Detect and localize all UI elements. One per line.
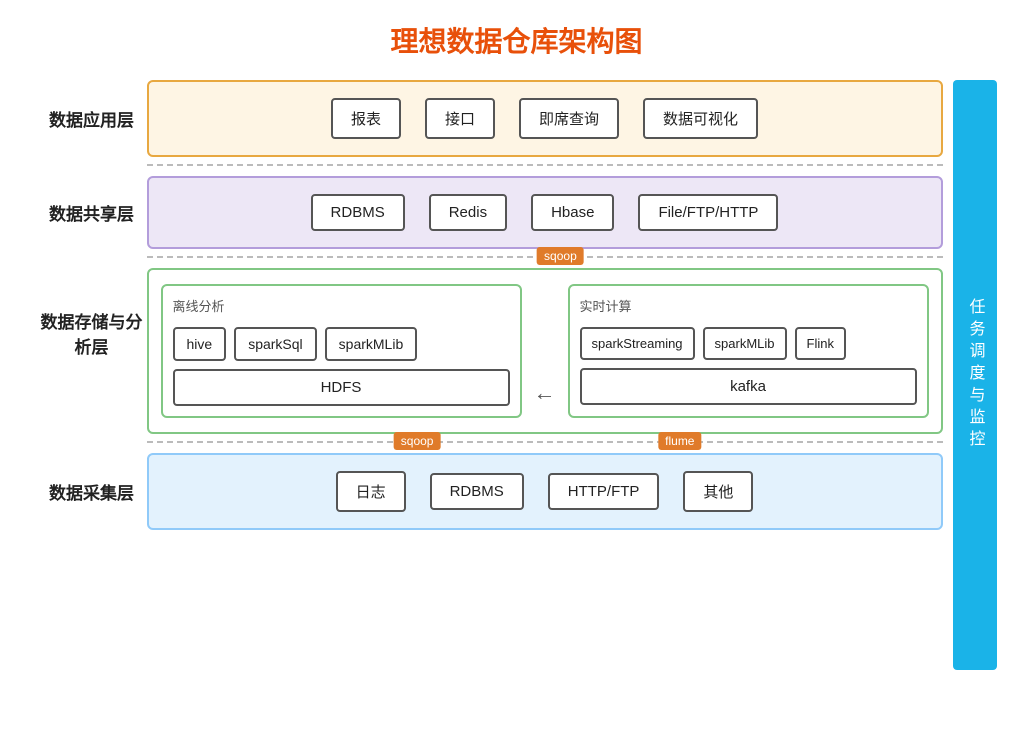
realtime-items-row: sparkStreaming sparkMLib Flink — [580, 327, 917, 360]
share-layer-row: 数据共享层 RDBMS Redis Hbase File/FTP/HTTP — [37, 176, 943, 249]
offline-items-row: hive sparkSql sparkMLib — [173, 327, 510, 361]
share-layer-label: 数据共享层 — [37, 200, 147, 225]
app-layer-row: 数据应用层 报表 接口 即席查询 数据可视化 — [37, 80, 943, 157]
item-httpftp: HTTP/FTP — [548, 473, 660, 510]
item-hive: hive — [173, 327, 227, 361]
right-bar-text: 任务调度与监控 — [963, 298, 987, 452]
item-sparksql: sparkSql — [234, 327, 316, 361]
page-title: 理想数据仓库架构图 — [390, 20, 642, 60]
item-log: 日志 — [336, 471, 406, 512]
sqoop2-label: sqoop — [394, 432, 441, 450]
hdfs-row: HDFS — [173, 369, 510, 406]
arrow-hdfs-kafka: ← — [534, 284, 556, 418]
item-shujukeshihua: 数据可视化 — [643, 98, 758, 139]
item-sparkmlib-realtime: sparkMLib — [703, 327, 787, 360]
item-rdbms-collect: RDBMS — [430, 473, 524, 510]
flume-label: flume — [658, 432, 701, 450]
offline-label: 离线分析 — [173, 296, 510, 315]
realtime-label: 实时计算 — [580, 296, 917, 315]
storage-layer-label: 数据存储与分析层 — [37, 268, 147, 358]
dashed-sep-sqoop1: sqoop — [37, 256, 943, 258]
offline-section: 离线分析 hive sparkSql sparkMLib HDFS — [161, 284, 522, 418]
layers-col: 数据应用层 报表 接口 即席查询 数据可视化 数据共享层 — [37, 80, 943, 670]
app-layer-content: 报表 接口 即席查询 数据可视化 — [147, 80, 943, 157]
storage-layer-box: 离线分析 hive sparkSql sparkMLib HDFS — [147, 268, 943, 434]
kafka-row: kafka — [580, 368, 917, 405]
item-other: 其他 — [683, 471, 753, 512]
hdfs-box: HDFS — [173, 369, 510, 406]
item-rdbms-share: RDBMS — [311, 194, 405, 231]
item-hbase: Hbase — [531, 194, 614, 231]
item-redis: Redis — [429, 194, 507, 231]
realtime-section: 实时计算 sparkStreaming sparkMLib Flink kafk… — [568, 284, 929, 418]
storage-layer-content: 离线分析 hive sparkSql sparkMLib HDFS — [147, 268, 943, 434]
item-sparkstreaming: sparkStreaming — [580, 327, 695, 360]
item-sparkmlib-offline: sparkMLib — [325, 327, 418, 361]
left-arrow-icon: ← — [534, 380, 556, 406]
share-layer-content: RDBMS Redis Hbase File/FTP/HTTP — [147, 176, 943, 249]
collect-layer-label: 数据采集层 — [37, 479, 147, 504]
collect-layer-content: 日志 RDBMS HTTP/FTP 其他 — [147, 453, 943, 530]
dashed-sep-1 — [37, 164, 943, 166]
app-layer-label: 数据应用层 — [37, 106, 147, 131]
dashed-sep-sqoop2-flume: sqoop flume — [37, 441, 943, 443]
item-fileftp: File/FTP/HTTP — [638, 194, 778, 231]
collect-layer-row: 数据采集层 日志 RDBMS HTTP/FTP 其他 — [37, 453, 943, 530]
storage-layer-row: 数据存储与分析层 离线分析 hive sparkSql sparkMLib — [37, 268, 943, 434]
app-layer-box: 报表 接口 即席查询 数据可视化 — [147, 80, 943, 157]
right-bar: 任务调度与监控 — [953, 80, 997, 670]
page-wrapper: 理想数据仓库架构图 数据应用层 报表 接口 即席查询 数据可视化 — [0, 0, 1033, 749]
collect-layer-box: 日志 RDBMS HTTP/FTP 其他 — [147, 453, 943, 530]
item-baobiao: 报表 — [331, 98, 401, 139]
item-jiekou: 接口 — [425, 98, 495, 139]
kafka-box: kafka — [580, 368, 917, 405]
item-flink: Flink — [795, 327, 846, 360]
sqoop1-label: sqoop — [537, 247, 584, 265]
main-layout: 数据应用层 报表 接口 即席查询 数据可视化 数据共享层 — [37, 80, 997, 670]
item-jixichaxun: 即席查询 — [519, 98, 619, 139]
share-layer-box: RDBMS Redis Hbase File/FTP/HTTP — [147, 176, 943, 249]
